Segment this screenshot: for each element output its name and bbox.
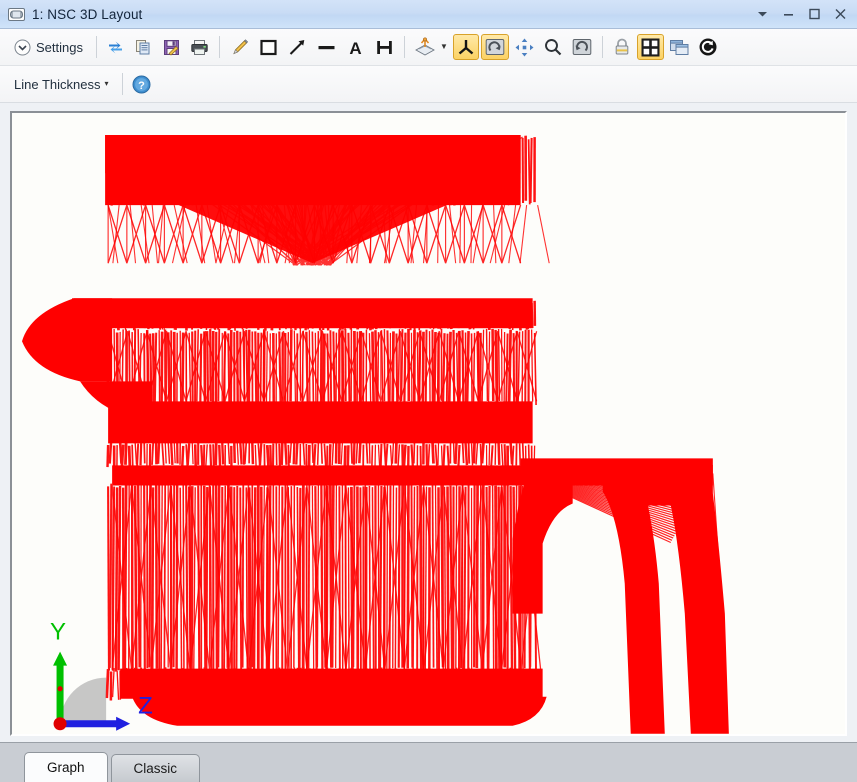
dropdown-menu-button[interactable] (749, 3, 775, 25)
chevron-down-icon: ▼ (440, 43, 448, 51)
toolbar-separator (404, 36, 405, 58)
rotate-icon (484, 37, 506, 57)
lock-button[interactable] (609, 34, 635, 60)
dimension-icon (374, 37, 395, 58)
fit-all-icon (640, 37, 661, 58)
dimension-annotation-button[interactable] (371, 34, 398, 60)
settings-label: Settings (36, 40, 83, 55)
rectangle-annotation-button[interactable] (255, 34, 282, 60)
arrow-icon (287, 37, 308, 58)
tab-classic-label: Classic (134, 761, 178, 776)
auto-update-icon (698, 37, 718, 57)
line-annotation-button[interactable] (313, 34, 340, 60)
title-bar: 1: NSC 3D Layout (0, 0, 857, 29)
save-disk-icon (162, 38, 181, 57)
refresh-arrows-icon (106, 38, 125, 57)
reset-view-button[interactable] (568, 34, 596, 60)
settings-button[interactable]: Settings (7, 34, 90, 60)
view-tab-strip: Graph Classic (0, 742, 857, 782)
3d-view-icon (414, 37, 436, 57)
x-axis-origin-dot (54, 717, 67, 730)
rotate-toggle[interactable] (481, 34, 509, 60)
save-button[interactable] (159, 34, 185, 60)
print-button[interactable] (187, 34, 213, 60)
pencil-annotation-button[interactable] (226, 34, 253, 60)
copy-icon (134, 38, 153, 57)
help-question-icon: ? (132, 75, 151, 94)
main-toolbar: Settings (0, 29, 857, 66)
axis-tripod-icon (456, 37, 476, 57)
help-button[interactable]: ? (129, 71, 155, 97)
layout-window-icon (8, 7, 25, 22)
view-orientation-button[interactable]: ▼ (411, 34, 451, 60)
3d-layout-viewport[interactable]: Y Z (10, 111, 847, 736)
toolbar-separator (219, 36, 220, 58)
fit-all-button[interactable] (637, 34, 664, 60)
arrow-annotation-button[interactable] (284, 34, 311, 60)
rectangle-icon (258, 37, 279, 58)
tab-graph[interactable]: Graph (24, 752, 108, 782)
printer-icon (190, 38, 209, 57)
plot-area-container: Y Z (0, 103, 857, 742)
line-thickness-label: Line Thickness (14, 77, 100, 92)
magnifier-icon (543, 37, 563, 57)
ray-trace-rendering: Y Z (12, 113, 845, 734)
refresh-button[interactable] (103, 34, 129, 60)
lock-icon (613, 37, 631, 57)
z-axis-label: Z (138, 693, 153, 720)
svg-text:?: ? (138, 80, 145, 92)
text-a-icon: A (345, 37, 366, 58)
auto-update-button[interactable] (695, 34, 721, 60)
minimize-button[interactable] (775, 3, 801, 25)
reset-view-icon (571, 37, 593, 57)
toolbar-separator (96, 36, 97, 58)
zoom-button[interactable] (540, 34, 566, 60)
y-axis-label: Y (50, 619, 66, 646)
toolbar-separator (602, 36, 603, 58)
copy-button[interactable] (131, 34, 157, 60)
svg-text:A: A (349, 39, 361, 58)
close-button[interactable] (827, 3, 853, 25)
x-axis-marker (57, 686, 62, 691)
pan-button[interactable] (511, 34, 538, 60)
line-icon (316, 37, 337, 58)
pencil-icon (229, 37, 250, 58)
window-title: 1: NSC 3D Layout (32, 7, 142, 22)
windows-cascade-icon (669, 38, 690, 57)
windows-button[interactable] (666, 34, 693, 60)
chevron-down-icon: ▾ (104, 80, 108, 88)
maximize-button[interactable] (801, 3, 827, 25)
axis-tripod-toggle[interactable] (453, 34, 479, 60)
toolbar-separator (122, 73, 123, 95)
text-annotation-button[interactable]: A (342, 34, 369, 60)
pan-arrows-icon (514, 37, 535, 58)
line-thickness-dropdown[interactable]: Line Thickness ▾ (7, 71, 116, 97)
tab-classic[interactable]: Classic (111, 754, 201, 782)
chevron-down-circle-icon (14, 39, 31, 56)
tab-graph-label: Graph (47, 760, 85, 775)
secondary-toolbar: Line Thickness ▾ ? (0, 66, 857, 103)
nsc-3d-layout-window: 1: NSC 3D Layout Settings (0, 0, 857, 777)
